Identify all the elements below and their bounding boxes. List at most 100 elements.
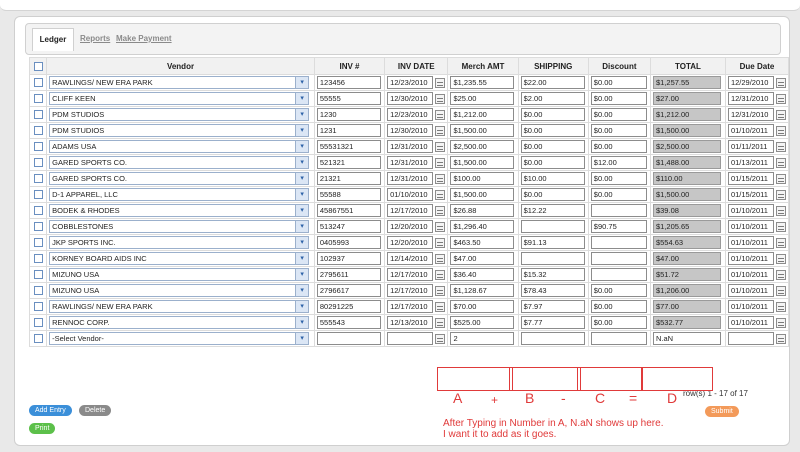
merch-amt-input[interactable]: $1,500.00 — [450, 156, 515, 169]
chevron-down-icon[interactable]: ▾ — [295, 109, 309, 120]
due-date-input[interactable] — [727, 332, 774, 345]
merch-amt-input[interactable]: $1,128.67 — [450, 284, 515, 297]
discount-input[interactable] — [590, 204, 647, 217]
chevron-down-icon[interactable]: ▾ — [295, 317, 309, 328]
calendar-icon[interactable] — [775, 285, 786, 296]
inv-number-input[interactable]: 1231 — [316, 124, 381, 137]
due-date-input[interactable]: 01/10/2011 — [727, 124, 774, 137]
inv-number-input[interactable]: 45867551 — [316, 204, 381, 217]
chevron-down-icon[interactable]: ▾ — [295, 157, 309, 168]
discount-input[interactable]: $0.00 — [590, 172, 647, 185]
chevron-down-icon[interactable]: ▾ — [295, 285, 309, 296]
merch-amt-input[interactable]: $47.00 — [450, 252, 515, 265]
merch-amt-input[interactable]: $1,235.55 — [450, 76, 515, 89]
calendar-icon[interactable] — [775, 333, 786, 344]
due-date-input[interactable]: 01/10/2011 — [727, 252, 774, 265]
row-checkbox[interactable] — [33, 270, 43, 279]
shipping-input[interactable] — [520, 252, 585, 265]
vendor-select[interactable]: D-1 APPAREL, LLC ▾ — [49, 188, 310, 201]
shipping-input[interactable]: $10.00 — [520, 172, 585, 185]
calendar-icon[interactable] — [435, 173, 446, 184]
inv-number-input[interactable]: 1230 — [316, 108, 381, 121]
calendar-icon[interactable] — [435, 157, 446, 168]
inv-date-input[interactable]: 12/23/2010 — [387, 76, 434, 89]
row-checkbox[interactable] — [33, 174, 43, 183]
discount-input[interactable]: $0.00 — [590, 300, 647, 313]
inv-date-input[interactable]: 12/17/2010 — [387, 204, 434, 217]
inv-number-input[interactable]: 2796617 — [316, 284, 381, 297]
calendar-icon[interactable] — [435, 269, 446, 280]
calendar-icon[interactable] — [435, 141, 446, 152]
chevron-down-icon[interactable]: ▾ — [295, 205, 309, 216]
calendar-icon[interactable] — [775, 253, 786, 264]
merch-amt-input[interactable]: $25.00 — [450, 92, 515, 105]
inv-date-input[interactable]: 12/17/2010 — [387, 284, 434, 297]
calendar-icon[interactable] — [775, 125, 786, 136]
calendar-icon[interactable] — [775, 141, 786, 152]
vendor-select[interactable]: RENNOC CORP. ▾ — [49, 316, 310, 329]
chevron-down-icon[interactable]: ▾ — [295, 253, 309, 264]
merch-amt-input[interactable]: $1,500.00 — [450, 188, 515, 201]
chevron-down-icon[interactable]: ▾ — [295, 221, 309, 232]
row-checkbox[interactable] — [33, 238, 43, 247]
discount-input[interactable] — [590, 252, 647, 265]
due-date-input[interactable]: 12/31/2010 — [727, 108, 774, 121]
shipping-input[interactable]: $15.32 — [520, 268, 585, 281]
vendor-select[interactable]: BODEK & RHODES ▾ — [49, 204, 310, 217]
shipping-input[interactable]: $12.22 — [520, 204, 585, 217]
shipping-input[interactable]: $0.00 — [520, 124, 585, 137]
vendor-select[interactable]: MIZUNO USA ▾ — [49, 268, 310, 281]
tab-reports[interactable]: Reports — [80, 28, 110, 50]
calendar-icon[interactable] — [775, 173, 786, 184]
discount-input[interactable]: $0.00 — [590, 76, 647, 89]
submit-button[interactable]: Submit — [705, 406, 739, 417]
inv-number-input[interactable]: 55531321 — [316, 140, 381, 153]
inv-number-input[interactable]: 123456 — [316, 76, 381, 89]
discount-input[interactable]: $0.00 — [590, 124, 647, 137]
inv-number-input[interactable]: 521321 — [316, 156, 381, 169]
row-checkbox[interactable] — [33, 286, 43, 295]
calendar-icon[interactable] — [775, 221, 786, 232]
add-entry-button[interactable]: Add Entry — [29, 405, 72, 416]
calendar-icon[interactable] — [435, 333, 446, 344]
row-checkbox[interactable] — [33, 142, 43, 151]
vendor-select[interactable]: CLIFF KEEN ▾ — [49, 92, 310, 105]
inv-number-input[interactable] — [316, 332, 381, 345]
row-checkbox[interactable] — [33, 158, 43, 167]
chevron-down-icon[interactable]: ▾ — [295, 301, 309, 312]
merch-amt-input[interactable]: $2,500.00 — [450, 140, 515, 153]
discount-input[interactable]: $0.00 — [590, 284, 647, 297]
row-checkbox[interactable] — [33, 190, 43, 199]
shipping-input[interactable]: $7.97 — [520, 300, 585, 313]
inv-date-input[interactable]: 12/17/2010 — [387, 300, 434, 313]
merch-amt-input[interactable]: $463.50 — [450, 236, 515, 249]
calendar-icon[interactable] — [775, 301, 786, 312]
inv-number-input[interactable]: 513247 — [316, 220, 381, 233]
row-checkbox[interactable] — [33, 110, 43, 119]
shipping-input[interactable]: $22.00 — [520, 76, 585, 89]
calendar-icon[interactable] — [435, 109, 446, 120]
due-date-input[interactable]: 01/10/2011 — [727, 220, 774, 233]
print-button[interactable]: Print — [29, 423, 56, 434]
due-date-input[interactable]: 01/15/2011 — [727, 172, 774, 185]
delete-button[interactable]: Delete — [79, 405, 112, 416]
discount-input[interactable] — [590, 332, 647, 345]
row-checkbox[interactable] — [33, 206, 43, 215]
vendor-select[interactable]: -Select Vendor- ▾ — [49, 332, 310, 345]
calendar-icon[interactable] — [435, 221, 446, 232]
chevron-down-icon[interactable]: ▾ — [295, 237, 309, 248]
vendor-select[interactable]: KORNEY BOARD AIDS INC ▾ — [49, 252, 310, 265]
calendar-icon[interactable] — [775, 269, 786, 280]
row-checkbox[interactable] — [33, 126, 43, 135]
row-checkbox[interactable] — [33, 94, 43, 103]
tab-make-payment[interactable]: Make Payment — [116, 28, 172, 50]
inv-number-input[interactable]: 0405993 — [316, 236, 381, 249]
inv-number-input[interactable]: 21321 — [316, 172, 381, 185]
vendor-select[interactable]: GARED SPORTS CO. ▾ — [49, 156, 310, 169]
discount-input[interactable]: $90.75 — [590, 220, 647, 233]
discount-input[interactable]: $0.00 — [590, 108, 647, 121]
inv-date-input[interactable]: 01/10/2010 — [387, 188, 434, 201]
discount-input[interactable]: $0.00 — [590, 316, 647, 329]
shipping-input[interactable]: $0.00 — [520, 108, 585, 121]
vendor-select[interactable]: MIZUNO USA ▾ — [49, 284, 310, 297]
